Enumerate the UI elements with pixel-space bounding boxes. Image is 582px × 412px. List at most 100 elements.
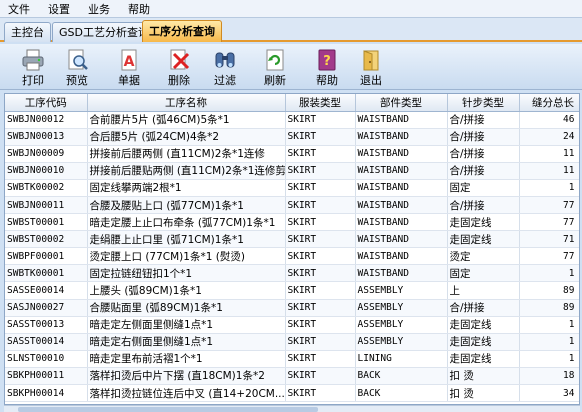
cell-part: ASSEMBLY (355, 281, 448, 300)
cell-name: 落样扣烫拉链位连后中叉 (直14+20CM... (87, 384, 286, 403)
cell-code: SWBJN00011 (5, 196, 88, 215)
cell-length: 77 (519, 213, 579, 232)
cell-code: SWBST00001 (5, 213, 88, 232)
table-row[interactable]: SBKPH00014 落样扣烫拉链位连后中叉 (直14+20CM... SKIRT B… (5, 384, 579, 403)
cell-garment: SKIRT (285, 264, 356, 283)
table-row[interactable]: SWBST00002 走绢腰上止口里 (弧71CM)1条*1 SKIRT WAISTB… (5, 230, 579, 249)
document-icon: A (121, 49, 137, 71)
menu-bar: 文件 设置 业务 帮助 (0, 0, 582, 18)
cell-name: 暗走定右侧面里侧缝1点*1 (87, 333, 286, 351)
cell-stitch: 走固定线 (447, 230, 520, 249)
table-row[interactable]: SWBJN00012 合前腰片5片 (弧46CM)5条*1 SKIRT WAISTBA… (5, 111, 579, 129)
column-header-seam-length[interactable]: 缝分总长 (519, 94, 579, 112)
cell-stitch: 合/拼接 (447, 299, 520, 317)
exit-button[interactable]: 退出 (352, 47, 390, 89)
menu-business[interactable]: 业务 (88, 1, 110, 17)
table-row[interactable]: SBKPH00011 落样扣烫后中片下摆 (直18CM)1条*2 SKIRT BACK… (5, 367, 579, 386)
svg-text:A: A (124, 54, 135, 70)
cell-garment: SKIRT (285, 162, 356, 180)
cell-garment: SKIRT (285, 196, 356, 215)
cell-length: 1 (519, 316, 579, 334)
table-row[interactable]: SWBJN00009 拼接前后腰两侧 (直11CM)2条*1连修 SKIRT WAIS… (5, 145, 579, 163)
table-row[interactable]: SWBJN00011 合腰及腰贴上口 (弧77CM)1条*1 SKIRT WAISTB… (5, 196, 579, 215)
help-button[interactable]: ? 帮助 (308, 47, 346, 89)
cell-length: 46 (519, 111, 579, 129)
table-row[interactable]: SASSE00014 上腰头 (弧89CM)1条*1 SKIRT ASSEMBLY 上 8… (5, 281, 579, 300)
preview-button[interactable]: 预览 (58, 47, 96, 89)
table-row[interactable]: SASST00013 暗走定左侧面里侧缝1点*1 SKIRT ASSEMBLY 走固定线… (5, 316, 579, 334)
help-book-icon: ? (318, 49, 336, 71)
menu-file[interactable]: 文件 (8, 1, 30, 17)
tab-gsd-analysis-query[interactable]: GSD工艺分析查询 (52, 22, 156, 42)
cell-code: SWBPF00001 (5, 247, 88, 266)
cell-code: SLNST00010 (5, 350, 88, 368)
process-table[interactable]: 工序代码 工序名称 服装类型 部件类型 针步类型 缝分总长 SWBJN00012… (4, 93, 580, 405)
report-label: 单据 (118, 74, 140, 87)
cell-part: WAISTBAND (355, 111, 448, 129)
cell-code: SBKPH00014 (5, 384, 88, 403)
tab-process-analysis-query[interactable]: 工序分析查询 (142, 20, 222, 42)
cell-name: 走绢腰上止口里 (弧71CM)1条*1 (87, 230, 286, 249)
table-row[interactable]: SASJN00027 合腰贴面里 (弧89CM)1条*1 SKIRT ASSEMBLY… (5, 299, 579, 317)
report-button[interactable]: A 单据 (110, 47, 148, 89)
delete-icon (170, 49, 190, 70)
table-row[interactable]: SLNST00010 暗走定里布前活褶1个*1 SKIRT LINING 走固定线 1 (5, 350, 579, 368)
table-row[interactable]: SWBJN00010 拼接前后腰贴两侧 (直11CM)2条*1连修剪 SKIRT WA… (5, 162, 579, 180)
help-label: 帮助 (316, 74, 338, 87)
table-row[interactable]: SWBTK00002 固定线攀两端2根*1 SKIRT WAISTBAND 固定 1 (5, 179, 579, 197)
cell-name: 上腰头 (弧89CM)1条*1 (87, 281, 286, 300)
tab-bar: 主控台 GSD工艺分析查询 工序分析查询 (0, 18, 582, 42)
svg-text:?: ? (323, 54, 331, 69)
cell-code: SWBJN00012 (5, 111, 88, 129)
cell-name: 固定线攀两端2根*1 (87, 179, 286, 197)
delete-button[interactable]: 删除 (160, 47, 198, 89)
table-row[interactable]: SWBTK00001 固定拉链纽钮扣1个*1 SKIRT WAISTBAND 固定 1 (5, 264, 579, 283)
cell-length: 1 (519, 350, 579, 368)
menu-help[interactable]: 帮助 (128, 1, 150, 17)
print-button[interactable]: 打印 (14, 47, 52, 89)
cell-code: SWBST00002 (5, 230, 88, 249)
cell-length: 1 (519, 179, 579, 197)
cell-length: 34 (519, 384, 579, 403)
column-header-process-name[interactable]: 工序名称 (87, 94, 286, 112)
cell-garment: SKIRT (285, 247, 356, 266)
preview-label: 预览 (66, 74, 88, 87)
binoculars-icon (215, 52, 235, 68)
cell-name: 拼接前后腰贴两侧 (直11CM)2条*1连修剪 (87, 162, 286, 180)
exit-label: 退出 (360, 74, 382, 87)
print-label: 打印 (22, 74, 44, 87)
cell-garment: SKIRT (285, 299, 356, 317)
cell-garment: SKIRT (285, 111, 356, 129)
table-row[interactable]: SWBPF00001 烫定腰上口 (77CM)1条*1 (熨烫) SKIRT WAIS… (5, 247, 579, 266)
cell-garment: SKIRT (285, 316, 356, 334)
menu-settings[interactable]: 设置 (48, 1, 70, 17)
cell-stitch: 扣 烫 (447, 367, 520, 386)
cell-stitch: 合/拼接 (447, 162, 520, 180)
column-header-stitch-type[interactable]: 针步类型 (447, 94, 520, 112)
filter-button[interactable]: 过滤 (206, 47, 244, 89)
cell-part: WAISTBAND (355, 230, 448, 249)
column-header-part-type[interactable]: 部件类型 (355, 94, 448, 112)
cell-stitch: 合/拼接 (447, 196, 520, 215)
cell-name: 暗走定里布前活褶1个*1 (87, 350, 286, 368)
cell-code: SASST00014 (5, 333, 88, 351)
cell-stitch: 烫定 (447, 247, 520, 266)
tab-console[interactable]: 主控台 (4, 22, 51, 42)
cell-part: LINING (355, 350, 448, 368)
column-header-process-code[interactable]: 工序代码 (5, 94, 88, 112)
cell-garment: SKIRT (285, 384, 356, 403)
refresh-button[interactable]: 刷新 (256, 47, 294, 89)
cell-part: ASSEMBLY (355, 333, 448, 351)
cell-length: 11 (519, 162, 579, 180)
cell-length: 89 (519, 281, 579, 300)
cell-code: SWBJN00010 (5, 162, 88, 180)
cell-part: WAISTBAND (355, 128, 448, 146)
table-row[interactable]: SWBST00001 暗走定腰上止口布牵条 (弧77CM)1条*1 SKIRT WAI… (5, 213, 579, 232)
table-row[interactable]: SASST00014 暗走定右侧面里侧缝1点*1 SKIRT ASSEMBLY 走固定线… (5, 333, 579, 351)
cell-code: SBKPH00011 (5, 367, 88, 386)
column-header-garment-type[interactable]: 服装类型 (285, 94, 356, 112)
horizontal-scrollbar[interactable] (4, 405, 580, 412)
table-row[interactable]: SWBJN00013 合后腰5片 (弧24CM)4条*2 SKIRT WAISTBAN… (5, 128, 579, 146)
scrollbar-thumb[interactable] (18, 407, 318, 412)
toolbar: 打印 预览 A 单据 删除 过滤 刷新 ? 帮助 退出 (0, 44, 582, 90)
